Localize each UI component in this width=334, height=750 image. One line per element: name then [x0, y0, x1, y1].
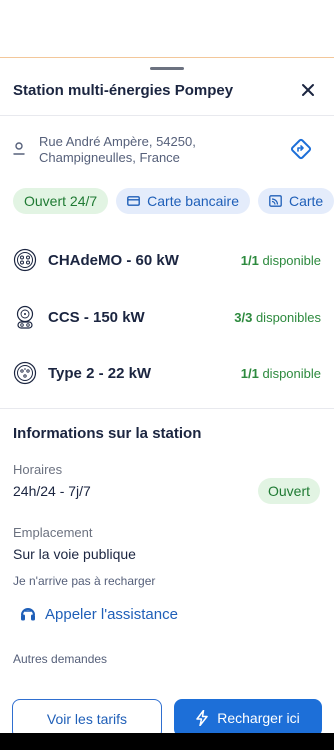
station-title: Station multi-énergies Pompey	[13, 82, 234, 99]
hours-value: 24h/24 - 7j/7	[13, 483, 91, 499]
availability-label: disponible	[262, 252, 321, 268]
recharge-label: Recharger ici	[217, 710, 300, 726]
chip-label: Carte	[288, 193, 324, 209]
location-value: Sur la voie publique	[13, 546, 136, 562]
location-label: Emplacement	[13, 525, 93, 540]
hours-label: Horaires	[13, 462, 63, 477]
chip-label: Ouvert 24/7	[24, 193, 98, 209]
map-area-edge	[0, 0, 334, 58]
rfid-card-icon	[269, 195, 282, 207]
location-pin-icon	[13, 142, 25, 155]
assistance-label: Appeler l'assistance	[45, 605, 178, 623]
directions-icon[interactable]	[290, 138, 312, 160]
connector-name: Type 2 - 22 kW	[48, 364, 152, 382]
ccs-plug-icon	[16, 305, 34, 329]
station-bottom-sheet: Station multi-énergies Pompey Rue André …	[0, 58, 334, 750]
availability-count: 3/3	[234, 309, 253, 325]
chademo-plug-icon	[13, 248, 37, 272]
section-title: Informations sur la station	[13, 425, 202, 442]
station-tags: Ouvert 24/7 Carte bancaire Carte	[13, 188, 334, 214]
chip-label: Carte bancaire	[147, 193, 239, 209]
availability-count: 1/1	[240, 252, 259, 268]
type2-plug-icon	[13, 361, 37, 385]
cant-charge-label: Je n'arrive pas à recharger	[13, 574, 156, 588]
availability-count: 1/1	[240, 365, 259, 381]
connector-row[interactable]: CCS - 150 kW 3/3 disponibles	[13, 304, 323, 330]
divider	[0, 408, 334, 409]
connector-availability: 1/1 disponible	[241, 366, 321, 381]
address-line-1: Rue André Ampère, 54250,	[39, 134, 196, 149]
rfid-card-chip: Carte	[257, 188, 334, 214]
divider	[0, 115, 334, 116]
close-button[interactable]	[296, 78, 320, 102]
connector-availability: 3/3 disponibles	[234, 310, 321, 325]
address-line-2: Champigneulles, France	[39, 150, 180, 165]
connector-name: CCS - 150 kW	[48, 308, 145, 326]
connector-availability: 1/1 disponible	[241, 253, 321, 268]
credit-card-chip: Carte bancaire	[116, 188, 250, 214]
availability-label: disponibles	[255, 309, 321, 325]
lightning-icon	[196, 710, 208, 726]
status-badge: Ouvert	[258, 478, 321, 504]
call-assistance-link[interactable]: Appeler l'assistance	[19, 605, 178, 623]
availability-label: disponible	[262, 365, 321, 381]
connector-name: CHAdeMO - 60 kW	[48, 251, 179, 269]
credit-card-icon	[127, 196, 141, 206]
connector-row[interactable]: Type 2 - 22 kW 1/1 disponible	[13, 360, 323, 386]
close-icon	[302, 84, 314, 96]
drag-handle[interactable]	[150, 67, 184, 70]
other-requests-label: Autres demandes	[13, 652, 108, 666]
recharge-here-button[interactable]: Recharger ici	[174, 699, 322, 737]
headset-icon	[21, 608, 35, 621]
open-24-7-chip: Ouvert 24/7	[13, 188, 109, 214]
connector-row[interactable]: CHAdeMO - 60 kW 1/1 disponible	[13, 247, 323, 273]
station-address: Rue André Ampère, 54250, Champigneulles,…	[39, 134, 239, 166]
system-navigation-bar	[0, 733, 334, 750]
